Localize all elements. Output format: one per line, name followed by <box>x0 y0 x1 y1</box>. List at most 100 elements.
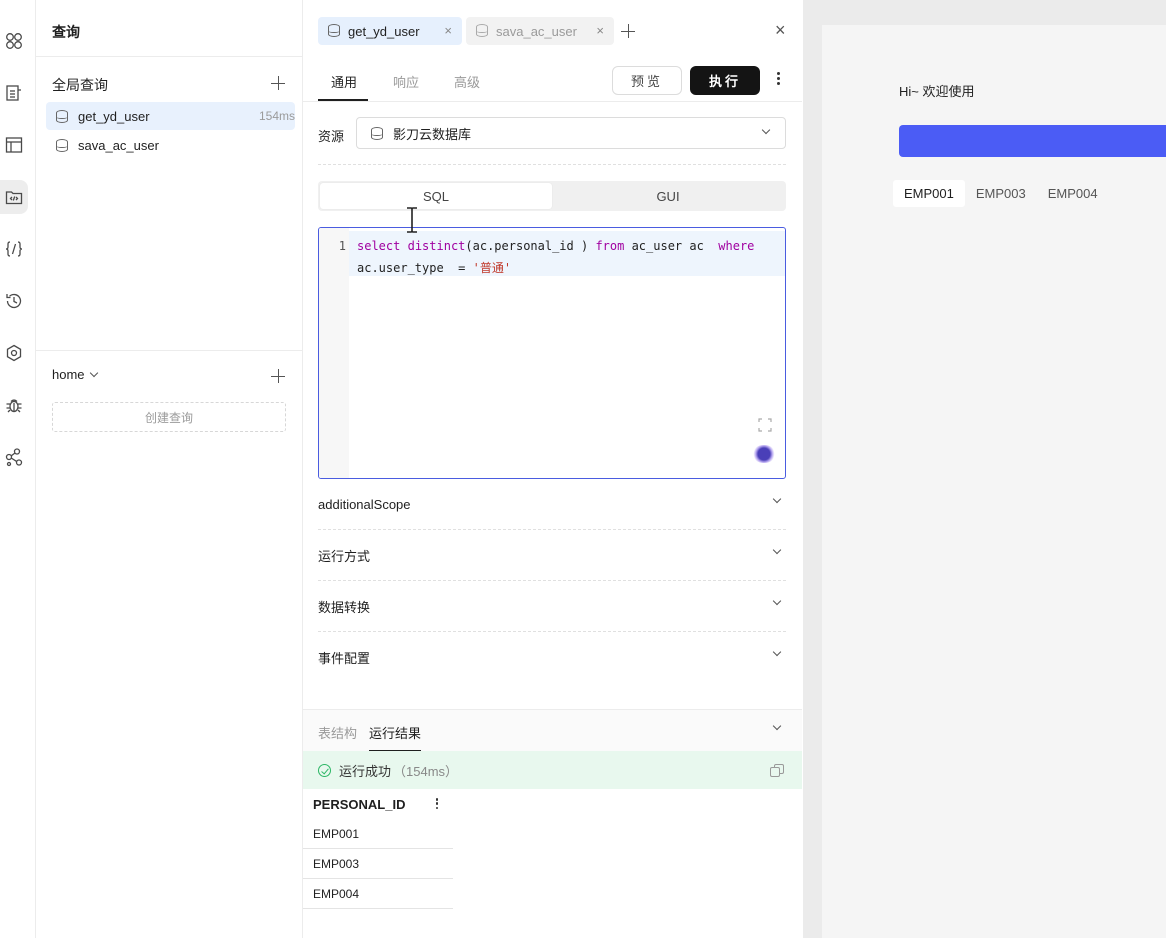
database-icon <box>476 24 488 37</box>
code-icon[interactable] <box>0 232 28 266</box>
tab-run-result[interactable]: 运行结果 <box>369 723 421 742</box>
close-tab-icon[interactable]: × <box>444 23 452 38</box>
divider <box>36 350 303 351</box>
graph-icon[interactable] <box>0 440 28 474</box>
mode-sql-option[interactable]: SQL <box>320 183 552 209</box>
mode-gui-option[interactable]: GUI <box>552 183 784 209</box>
text-cursor-icon <box>407 207 417 233</box>
chevron-down-icon <box>772 647 782 657</box>
code-line-1: select distinct(ac.personal_id ) from ac… <box>357 239 755 253</box>
resource-label: 资源 <box>318 129 345 144</box>
table-row: EMP001 <box>303 819 453 849</box>
primary-button[interactable] <box>899 125 1166 157</box>
preview-button[interactable]: 预览 <box>612 66 682 95</box>
query-item-label: get_yd_user <box>78 108 150 124</box>
accordion-run-mode[interactable]: 运行方式 <box>318 530 786 581</box>
resource-value: 影刀云数据库 <box>393 126 472 142</box>
close-panel-icon[interactable]: × <box>775 20 786 41</box>
panel-title: 查询 <box>52 24 80 40</box>
mode-toggle: SQL GUI <box>318 181 786 211</box>
result-table: PERSONAL_ID EMP001 EMP003 EMP004 <box>303 789 453 909</box>
query-item-get-yd-user[interactable]: get_yd_user 154ms <box>46 102 295 130</box>
debug-icon[interactable] <box>0 388 28 422</box>
greeting-text: Hi~ 欢迎使用 <box>899 84 975 99</box>
status-duration: （154ms） <box>393 763 459 779</box>
resource-select[interactable]: 影刀云数据库 <box>356 117 786 149</box>
chevron-down-icon <box>772 545 782 555</box>
query-item-label: sava_ac_user <box>78 137 159 153</box>
column-menu-icon[interactable] <box>435 798 438 811</box>
chevron-down-icon <box>761 125 771 135</box>
history-icon[interactable] <box>0 284 28 318</box>
database-icon <box>371 127 383 140</box>
add-tab-icon[interactable] <box>621 24 635 38</box>
settings-icon[interactable] <box>0 336 28 370</box>
close-tab-icon[interactable]: × <box>596 23 604 38</box>
tab-schema[interactable]: 表结构 <box>318 723 357 742</box>
query-editor-panel: get_yd_user × sava_ac_user × × 通用 响应 高级 … <box>303 0 802 938</box>
page-icon[interactable] <box>0 76 28 110</box>
tab-label: get_yd_user <box>348 23 420 39</box>
tab-label: sava_ac_user <box>496 23 577 39</box>
database-icon <box>328 24 340 37</box>
tab-get-yd-user[interactable]: get_yd_user × <box>318 17 462 45</box>
result-chips: EMP001 EMP003 EMP004 <box>893 180 1109 207</box>
result-tab-bar: 表结构 运行结果 <box>303 709 802 752</box>
divider <box>36 56 303 57</box>
app-window: 查询 全局查询 get_yd_user 154ms sava_ac_user h… <box>0 0 1166 938</box>
database-icon <box>56 110 68 123</box>
query-item-time: 154ms <box>258 109 295 123</box>
accordion-additional-scope[interactable]: additionalScope <box>318 479 786 530</box>
line-number-gutter: 1 <box>319 228 349 478</box>
accordion-event-config[interactable]: 事件配置 <box>318 632 786 683</box>
tab-response[interactable]: 响应 <box>393 72 419 91</box>
accordion-label: 数据转换 <box>318 599 371 615</box>
divider <box>318 164 786 165</box>
expand-icon[interactable] <box>758 418 772 432</box>
accordion-data-transform[interactable]: 数据转换 <box>318 581 786 632</box>
apps-icon[interactable] <box>0 24 28 58</box>
copy-icon[interactable] <box>770 764 784 777</box>
create-query-button[interactable]: 创建查询 <box>52 402 286 432</box>
global-query-section-title: 全局查询 <box>52 77 108 93</box>
query-tab-bar: get_yd_user × sava_ac_user × × <box>303 0 802 60</box>
status-text: 运行成功 <box>339 763 392 779</box>
query-list-panel: 查询 全局查询 get_yd_user 154ms sava_ac_user h… <box>36 0 303 938</box>
chevron-down-icon <box>772 596 782 606</box>
sql-code-editor[interactable]: 1 select distinct(ac.personal_id ) from … <box>318 227 786 479</box>
table-row: EMP003 <box>303 849 453 879</box>
preview-canvas: Hi~ 欢迎使用 EMP001 EMP003 EMP004 <box>822 25 1166 938</box>
accordion-label: 运行方式 <box>318 548 371 564</box>
run-status-banner: 运行成功 （154ms） <box>303 751 802 789</box>
column-header: PERSONAL_ID <box>303 789 453 819</box>
home-section-label: home <box>52 367 85 382</box>
ai-assistant-icon[interactable] <box>752 445 776 463</box>
code-line-2: ac.user_type = '普通' <box>357 261 512 275</box>
chevron-down-icon <box>89 368 98 378</box>
chip-emp003[interactable]: EMP003 <box>965 180 1037 207</box>
chip-emp001[interactable]: EMP001 <box>893 180 965 207</box>
line-number: 1 <box>338 239 346 253</box>
active-tab-indicator <box>318 99 368 101</box>
query-icon[interactable] <box>0 180 28 214</box>
tab-advanced[interactable]: 高级 <box>454 72 480 91</box>
add-global-query-icon[interactable] <box>271 76 285 90</box>
query-item-sava-ac-user[interactable]: sava_ac_user <box>46 131 295 159</box>
chip-emp004[interactable]: EMP004 <box>1037 180 1109 207</box>
icon-rail <box>0 0 36 938</box>
chevron-down-icon <box>772 494 782 504</box>
home-section-dropdown[interactable]: home <box>52 367 98 382</box>
table-row: EMP004 <box>303 879 453 909</box>
tab-general[interactable]: 通用 <box>331 72 357 91</box>
add-home-query-icon[interactable] <box>271 369 285 383</box>
more-options-icon[interactable] <box>773 72 783 88</box>
run-button[interactable]: 执行 <box>690 66 760 95</box>
accordion-label: additionalScope <box>318 496 411 512</box>
tab-sava-ac-user[interactable]: sava_ac_user × <box>466 17 614 45</box>
preview-panel: Hi~ 欢迎使用 EMP001 EMP003 EMP004 <box>803 0 1166 938</box>
layout-icon[interactable] <box>0 128 28 162</box>
check-circle-icon <box>318 764 331 777</box>
accordion-label: 事件配置 <box>318 651 371 666</box>
collapse-results-icon[interactable] <box>772 721 782 731</box>
database-icon <box>56 139 68 152</box>
